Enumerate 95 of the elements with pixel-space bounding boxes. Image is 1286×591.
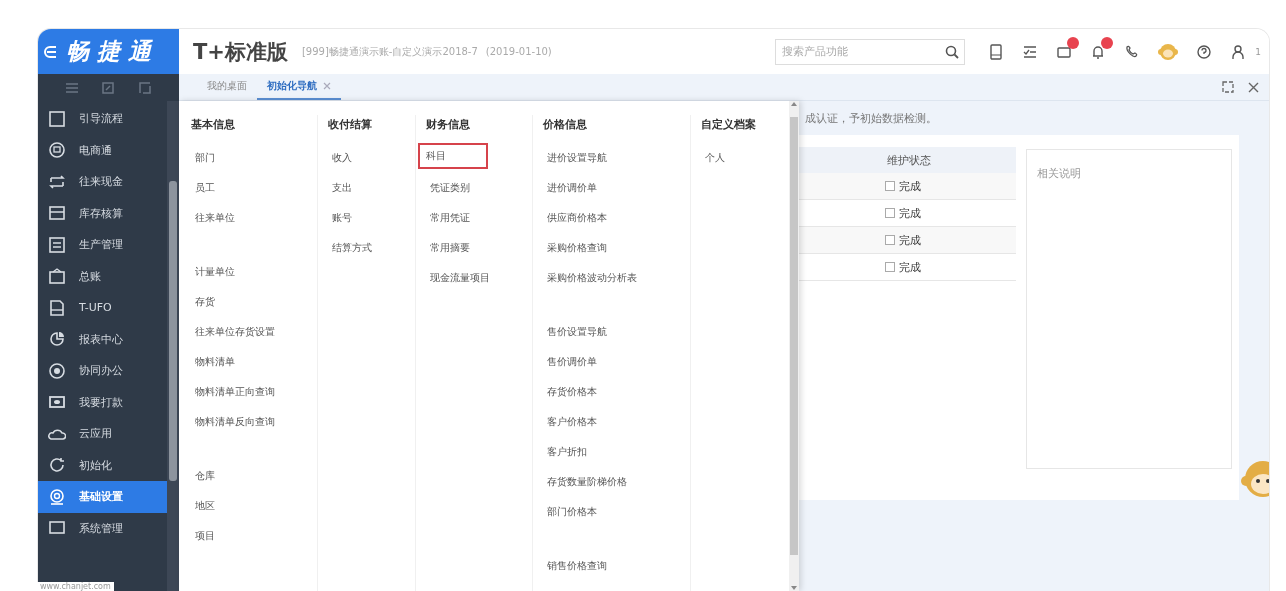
menu-item[interactable]: 存货 (191, 287, 219, 317)
checkbox[interactable] (885, 181, 895, 191)
menu-item[interactable]: 常用凭证 (426, 203, 474, 233)
pie-chart-icon (48, 330, 66, 349)
maximize-icon[interactable] (1222, 81, 1234, 93)
logo-text: 畅 捷 通 (66, 37, 151, 66)
sidebar-item[interactable]: 库存核算 (38, 197, 167, 229)
status-url: www.chanjet.com (37, 582, 114, 591)
menu-item[interactable]: 仓库 (191, 461, 219, 491)
sidebar-item[interactable]: 初始化 (38, 449, 167, 481)
checkbox[interactable] (885, 208, 895, 218)
account-date: (2019-01-10) (485, 46, 552, 57)
column-heading: 财务信息 (426, 117, 471, 133)
transfer-icon (48, 172, 66, 191)
user-label: 1 (1255, 46, 1261, 57)
menu-item[interactable]: 客户价格本 (543, 407, 601, 437)
menu-item[interactable]: 采购价格查询 (543, 233, 611, 263)
menu-item[interactable]: 现金流量项目 (426, 263, 494, 293)
sidebar-item[interactable]: 生产管理 (38, 229, 167, 261)
search-icon[interactable] (945, 44, 960, 59)
menu-item[interactable]: 物料清单反向查询 (191, 407, 279, 437)
status-text: 完成 (899, 178, 921, 194)
column-heading: 价格信息 (543, 117, 588, 133)
close-icon[interactable] (1248, 81, 1259, 93)
sidebar-item[interactable]: 引导流程 (38, 103, 167, 135)
user-icon[interactable] (1230, 43, 1247, 60)
menu-item[interactable]: 员工 (191, 173, 219, 203)
menu-item[interactable]: 客户折扣 (543, 437, 591, 467)
sidebar-item[interactable]: 往来现金 (38, 166, 167, 198)
refresh-icon (48, 456, 66, 475)
checklist-icon[interactable] (1022, 43, 1039, 60)
menu-item[interactable]: 物料清单 (191, 347, 239, 377)
menu-item[interactable]: 项目 (191, 521, 219, 551)
menu-item[interactable]: 部门价格本 (543, 497, 601, 527)
menu-item[interactable]: 凭证类别 (426, 173, 474, 203)
panel-icon (48, 235, 66, 254)
menu-item[interactable]: 结算方式 (328, 233, 376, 263)
menu-item[interactable]: 常用摘要 (426, 233, 474, 263)
menu-item[interactable]: 采购价格波动分析表 (543, 263, 641, 293)
window-icon (48, 109, 66, 128)
status-text: 完成 (899, 232, 921, 248)
circle-letter-icon (48, 141, 66, 160)
sidebar-item[interactable]: 电商通 (38, 134, 167, 166)
sidebar-item[interactable]: 总账 (38, 260, 167, 292)
status-text: 完成 (899, 205, 921, 221)
notification-badge (1101, 36, 1114, 49)
sidebar-item[interactable]: 我要打款 (38, 386, 167, 418)
company-name: [999]畅捷通演示账-自定义演示2018-7 (301, 44, 478, 59)
panel-title: 相关说明 (1037, 166, 1082, 181)
menu-item[interactable]: 往来单位存货设置 (191, 317, 279, 347)
edit-icon[interactable] (101, 80, 116, 95)
notice-text: 成认证，予初始数据检测。 (805, 110, 937, 126)
sidebar-item[interactable]: 云应用 (38, 418, 167, 450)
menu-item[interactable]: 计量单位 (191, 257, 239, 287)
target-icon (48, 361, 66, 380)
frame-icon[interactable] (137, 80, 152, 95)
status-text: 完成 (899, 259, 921, 275)
gear-icon (48, 487, 66, 506)
checkbox[interactable] (885, 235, 895, 245)
search-field[interactable]: 搜索产品功能 (775, 38, 966, 65)
back-icon[interactable] (44, 44, 58, 59)
menu-item[interactable]: 地区 (191, 491, 219, 521)
menu-item[interactable]: 科目 (418, 143, 488, 169)
menu-item[interactable]: 支出 (328, 173, 356, 203)
sidebar-item[interactable]: 系统管理 (38, 512, 167, 544)
file-icon (48, 298, 66, 317)
menu-item[interactable]: 物料清单正向查询 (191, 377, 279, 407)
scrollbar-thumb[interactable] (790, 117, 798, 555)
document-stack-icon (48, 267, 66, 286)
menu-item[interactable]: 售价设置导航 (543, 317, 611, 347)
menu-item[interactable]: 销售价格查询 (543, 551, 611, 581)
menu-item[interactable]: 存货数量阶梯价格 (543, 467, 631, 497)
menu-item[interactable]: 供应商价格本 (543, 203, 611, 233)
column-heading: 自定义档案 (701, 117, 757, 133)
monkey-icon[interactable] (1158, 41, 1179, 62)
sidebar-item[interactable]: 报表中心 (38, 323, 167, 355)
mobile-icon[interactable] (988, 43, 1005, 60)
menu-item[interactable]: 进价调价单 (543, 173, 601, 203)
help-icon[interactable] (1196, 43, 1213, 60)
tray-icon (48, 204, 66, 223)
menu-item[interactable]: 售价调价单 (543, 347, 601, 377)
product-title: T+标准版 (193, 38, 288, 66)
scrollbar-thumb[interactable] (169, 181, 177, 481)
notification-badge (1067, 36, 1080, 49)
sidebar-item[interactable]: T-UFO (38, 292, 167, 324)
menu-item[interactable]: 账号 (328, 203, 356, 233)
sidebar-item[interactable]: 协同办公 (38, 355, 167, 387)
menu-icon[interactable] (65, 81, 80, 94)
scroll-down-icon[interactable] (790, 585, 798, 591)
sidebar-item[interactable]: 基础设置 (38, 481, 167, 513)
checkbox[interactable] (885, 262, 895, 272)
menu-item[interactable]: 存货价格本 (543, 377, 601, 407)
column-heading: 收付结算 (328, 117, 373, 133)
column-heading: 基本信息 (191, 117, 236, 133)
menu-item[interactable]: 往来单位 (191, 203, 239, 233)
